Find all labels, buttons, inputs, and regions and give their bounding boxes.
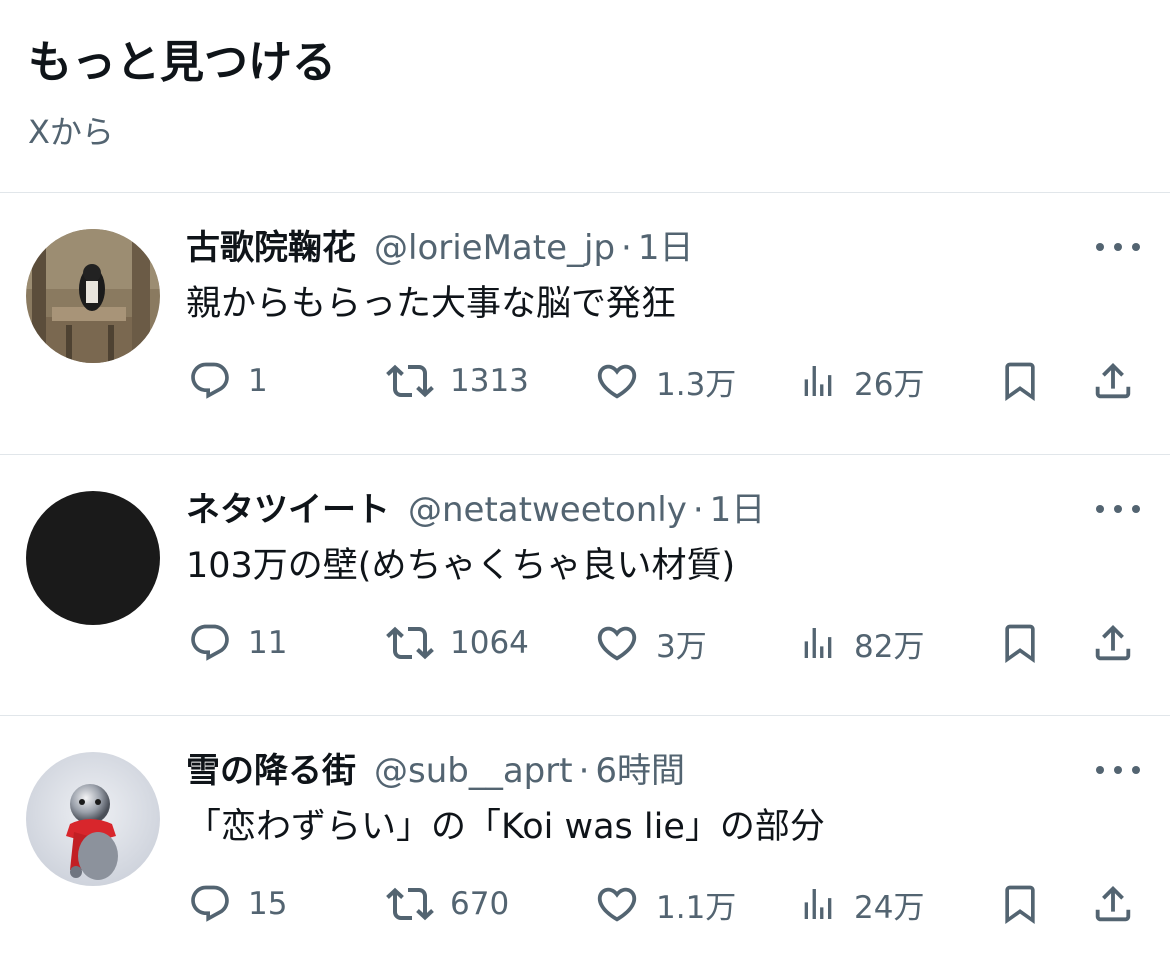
share-icon — [1095, 624, 1131, 661]
heart-icon — [597, 364, 637, 399]
views-count: 24万 — [854, 889, 925, 926]
handle[interactable]: @sub__aprt — [374, 746, 573, 796]
views-icon — [804, 628, 832, 658]
bookmark-icon — [1005, 624, 1035, 664]
tweet-actions: 1 1313 1.3万 26万 — [0, 353, 1170, 409]
tweet-text: 103万の壁(めちゃくちゃ良い材質) — [186, 546, 736, 586]
retweet-icon — [386, 887, 434, 921]
bookmark-button[interactable] — [998, 353, 1042, 409]
share-button[interactable] — [1090, 615, 1136, 671]
heart-icon — [597, 626, 637, 661]
avatar[interactable] — [26, 229, 160, 363]
section-subtitle: Xから — [28, 113, 114, 151]
tweet[interactable]: 雪の降る街 @sub__aprt · 6時間 「恋わずらい」の「Koi was … — [0, 716, 1170, 977]
share-button[interactable] — [1090, 876, 1136, 932]
display-name[interactable]: ネタツイート — [186, 485, 390, 535]
like-button[interactable]: 1.1万 — [594, 876, 736, 932]
avatar-image — [26, 752, 160, 886]
reply-button[interactable]: 15 — [188, 876, 287, 932]
views-icon — [804, 889, 832, 919]
reply-count: 1 — [248, 363, 268, 399]
reply-button[interactable]: 11 — [188, 615, 287, 671]
timestamp[interactable]: 1日 — [710, 485, 766, 535]
views-icon — [804, 366, 832, 396]
retweet-count: 1064 — [450, 625, 529, 661]
tweet[interactable]: ネタツイート @netatweetonly · 1日 103万の壁(めちゃくちゃ… — [0, 455, 1170, 716]
views-button[interactable]: 82万 — [798, 615, 924, 671]
share-button[interactable] — [1090, 353, 1136, 409]
views-count: 26万 — [854, 366, 925, 403]
tweet-header: 雪の降る街 @sub__aprt · 6時間 — [186, 746, 685, 796]
like-count: 3万 — [656, 628, 707, 665]
bookmark-icon — [1005, 885, 1035, 925]
heart-icon — [597, 887, 637, 922]
tweet-text: 親からもらった大事な脳で発狂 — [186, 284, 677, 324]
views-count: 82万 — [854, 628, 925, 665]
retweet-icon — [386, 364, 434, 398]
display-name[interactable]: 古歌院鞠花 — [186, 223, 356, 273]
views-button[interactable]: 26万 — [798, 353, 924, 409]
reply-count: 15 — [248, 886, 288, 922]
separator-dot: · — [692, 490, 704, 530]
tweet-header: 古歌院鞠花 @lorieMate_jp · 1日 — [186, 223, 694, 273]
more-icon[interactable] — [1096, 760, 1140, 780]
like-count: 1.1万 — [656, 889, 737, 926]
share-icon — [1095, 362, 1131, 399]
tweet-actions: 15 670 1.1万 24万 — [0, 876, 1170, 932]
avatar-image — [26, 229, 160, 363]
like-button[interactable]: 3万 — [594, 615, 707, 671]
bookmark-button[interactable] — [998, 876, 1042, 932]
like-count: 1.3万 — [656, 366, 737, 403]
avatar[interactable] — [26, 491, 160, 625]
avatar-image — [26, 491, 160, 625]
separator-dot: · — [578, 751, 590, 791]
more-icon[interactable] — [1096, 237, 1140, 257]
bookmark-icon — [1005, 362, 1035, 402]
section-title: もっと見つける — [28, 37, 336, 88]
retweet-button[interactable]: 1313 — [386, 353, 529, 409]
tweet-text: 「恋わずらい」の「Koi was lie」の部分 — [186, 807, 825, 847]
tweet[interactable]: 古歌院鞠花 @lorieMate_jp · 1日 親からもらった大事な脳で発狂 … — [0, 193, 1170, 454]
reply-icon — [191, 624, 229, 661]
reply-count: 11 — [248, 625, 288, 661]
retweet-count: 1313 — [450, 363, 529, 399]
bookmark-button[interactable] — [998, 615, 1042, 671]
retweet-icon — [386, 626, 434, 660]
share-icon — [1095, 885, 1131, 922]
separator-dot: · — [621, 228, 632, 268]
views-button[interactable]: 24万 — [798, 876, 924, 932]
tweet-header: ネタツイート @netatweetonly · 1日 — [186, 485, 765, 535]
avatar[interactable] — [26, 752, 160, 886]
display-name[interactable]: 雪の降る街 — [186, 746, 356, 796]
section-header: もっと見つける Xから — [28, 0, 1128, 192]
reply-icon — [191, 362, 229, 399]
handle[interactable]: @netatweetonly — [408, 485, 687, 535]
reply-button[interactable]: 1 — [188, 353, 268, 409]
tweet-actions: 11 1064 3万 82万 — [0, 615, 1170, 671]
like-button[interactable]: 1.3万 — [594, 353, 736, 409]
retweet-button[interactable]: 670 — [386, 876, 509, 932]
timestamp[interactable]: 6時間 — [595, 746, 685, 796]
retweet-count: 670 — [450, 886, 510, 922]
more-icon[interactable] — [1096, 499, 1140, 519]
retweet-button[interactable]: 1064 — [386, 615, 529, 671]
timestamp[interactable]: 1日 — [638, 223, 694, 273]
handle[interactable]: @lorieMate_jp — [374, 223, 615, 273]
reply-icon — [191, 885, 229, 922]
